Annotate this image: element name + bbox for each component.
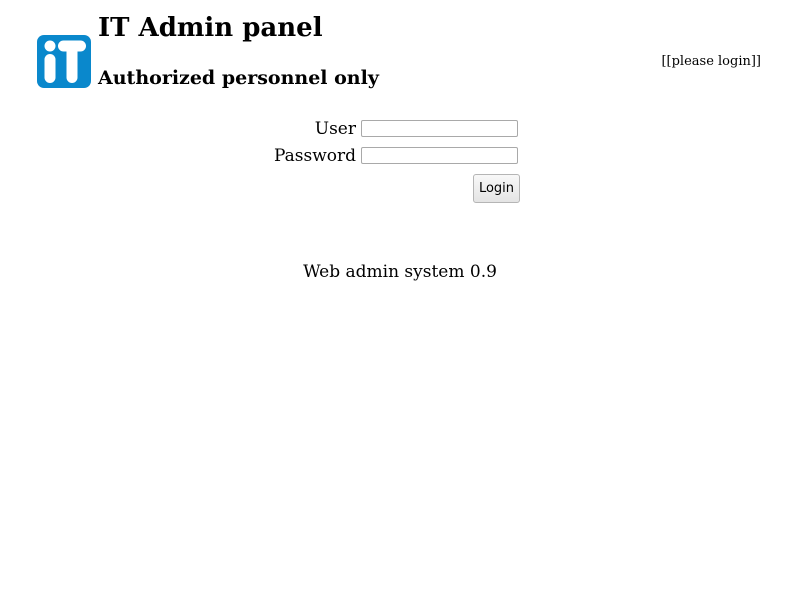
page: IT Admin panel Authorized personnel only… — [0, 0, 800, 600]
password-input[interactable] — [361, 147, 518, 164]
user-row: User — [0, 118, 520, 139]
login-status: [[please login]] — [661, 54, 761, 69]
password-label: Password — [273, 146, 356, 166]
user-input[interactable] — [361, 120, 518, 137]
page-subtitle: Authorized personnel only — [98, 67, 379, 89]
it-logo-icon — [37, 35, 91, 88]
password-row: Password — [0, 145, 520, 166]
page-title: IT Admin panel — [98, 13, 323, 43]
user-label: User — [314, 119, 356, 139]
login-button[interactable]: Login — [473, 174, 520, 203]
footer-version: Web admin system 0.9 — [303, 262, 497, 282]
